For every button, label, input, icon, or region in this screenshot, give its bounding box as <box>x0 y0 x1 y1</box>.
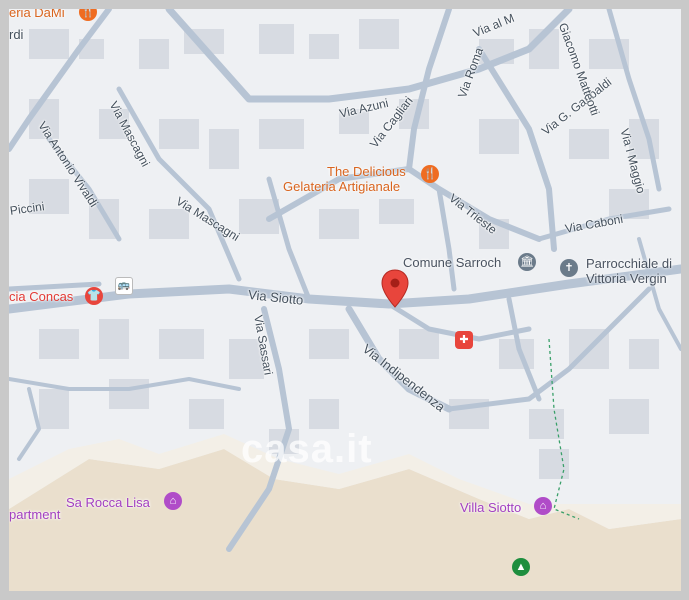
park-icon[interactable]: ▲ <box>512 558 530 576</box>
map-frame: Via al M Via Azuni Via Cagliari Via Roma… <box>0 0 689 600</box>
poi-comune-label[interactable]: Comune Sarroch <box>403 255 501 270</box>
poi-apartment-label[interactable]: partment <box>9 507 60 522</box>
bus-stop-icon[interactable]: 🚌 <box>115 277 133 295</box>
poi-delicious-label-1[interactable]: The Delicious <box>327 164 406 179</box>
watermark-text: casa.it <box>241 427 373 471</box>
restaurant-icon[interactable]: 🍴 <box>421 165 439 183</box>
poi-parrocchiale-label-1[interactable]: Parrocchiale di <box>586 256 672 271</box>
government-icon[interactable]: 🏛 <box>518 253 536 271</box>
poi-sa-rocca-label[interactable]: Sa Rocca Lisa <box>66 495 150 510</box>
lodging-icon[interactable]: ⌂ <box>164 492 182 510</box>
map-canvas[interactable]: Via al M Via Azuni Via Cagliari Via Roma… <box>9 9 681 591</box>
poi-gelateria-dami-label[interactable]: eria DaMi <box>9 9 65 20</box>
location-pin-icon[interactable] <box>380 269 410 309</box>
hospital-icon[interactable]: ✚ <box>455 331 473 349</box>
poi-villa-siotto-label[interactable]: Villa Siotto <box>460 500 521 515</box>
street-label-top-left: rdi <box>9 27 24 42</box>
poi-farmacia-label[interactable]: cia Concas <box>9 289 73 304</box>
poi-delicious-label-2[interactable]: Gelateria Artigianale <box>283 179 400 194</box>
poi-parrocchiale-label-2[interactable]: Vittoria Vergin <box>586 271 667 286</box>
lodging-icon[interactable]: ⌂ <box>534 497 552 515</box>
church-icon[interactable]: ✝ <box>560 259 578 277</box>
shopping-icon[interactable]: 👕 <box>85 287 103 305</box>
